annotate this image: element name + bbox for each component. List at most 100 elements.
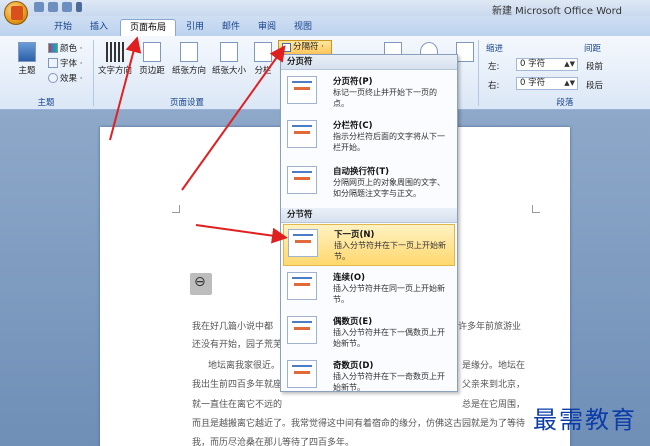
indent-right-input[interactable]: 0 字符 ▲▼	[516, 77, 578, 90]
next-page-break-icon	[288, 229, 318, 257]
colors-icon	[48, 43, 58, 53]
theme-colors-label: 颜色 ·	[60, 44, 83, 54]
column-break-icon	[287, 120, 317, 148]
tab-home[interactable]: 开始	[46, 19, 80, 36]
themes-icon	[18, 42, 36, 62]
indent-right-value: 0 字符	[520, 78, 546, 88]
tab-mailings[interactable]: 邮件	[214, 19, 248, 36]
ribbon-tabs: 开始 插入 页面布局 引用 邮件 审阅 视图	[0, 16, 650, 36]
menu-item-title: 连续(O)	[333, 273, 365, 283]
tab-view[interactable]: 视图	[286, 19, 320, 36]
orientation-label: 纸张方向	[171, 66, 206, 76]
theme-effects-label: 效果 ·	[60, 74, 83, 84]
spin-arrows-icon[interactable]: ▲▼	[564, 59, 575, 70]
columns-icon	[254, 42, 272, 62]
document-line: 我，而历尽沧桑在那儿等待了四百多年。	[192, 438, 355, 446]
document-line: 父亲来到北京，	[462, 380, 526, 390]
theme-fonts-button[interactable]: 字体 ·	[48, 57, 82, 69]
group-label-paragraph: 段落	[556, 98, 574, 108]
menu-item-odd-page[interactable]: 奇数页(D) 插入分节符并在下一奇数页上开始新节。	[283, 356, 455, 392]
menu-item-desc: 插入分节符并在下一偶数页上开始新节。	[333, 328, 445, 348]
tab-insert[interactable]: 插入	[82, 19, 116, 36]
menu-item-column-break[interactable]: 分栏符(C) 指示分栏符后面的文字将从下一栏开始。	[283, 116, 455, 160]
document-line: 我出生前四百多年就座	[192, 380, 283, 390]
text-direction-button[interactable]: 文字方向	[96, 42, 134, 76]
paragraph-mark-icon: ⊖	[190, 273, 212, 295]
customize-qat-icon[interactable]	[76, 2, 82, 12]
tab-references[interactable]: 引用	[178, 19, 212, 36]
size-label: 纸张大小	[211, 66, 246, 76]
page-breaks-header: 分页符	[281, 55, 457, 70]
group-label-page-setup: 页面设置	[169, 98, 204, 108]
menu-item-title: 自动换行符(T)	[333, 167, 390, 177]
redo-icon[interactable]	[62, 2, 72, 12]
menu-item-title: 分栏符(C)	[333, 121, 373, 131]
menu-item-desc: 插入分节符并在下一奇数页上开始新节。	[333, 372, 445, 392]
continuous-break-icon	[287, 272, 317, 300]
group-label-theme: 主题	[37, 98, 55, 108]
themes-label: 主题	[18, 66, 36, 76]
undo-icon[interactable]	[48, 2, 58, 12]
menu-item-desc: 指示分栏符后面的文字将从下一栏开始。	[333, 132, 445, 152]
margins-label: 页边距	[139, 66, 165, 76]
margins-button[interactable]: 页边距	[136, 42, 168, 76]
menu-item-desc: 分隔网页上的对象周围的文字、如分隔题注文字与正文。	[333, 178, 445, 198]
indent-label: 缩进	[486, 44, 504, 54]
fonts-icon	[48, 58, 58, 68]
quick-access-toolbar	[34, 2, 104, 13]
tab-review[interactable]: 审阅	[250, 19, 284, 36]
text-direction-label: 文字方向	[97, 66, 132, 76]
title-bar: 新建 Microsoft Office Word	[0, 0, 650, 17]
columns-button[interactable]: 分栏	[252, 42, 274, 76]
indent-left-label: 左:	[488, 62, 500, 72]
document-line: 而且是越搬离它越近了。我常觉得这中间有着宿命的缘分，仿佛这古园就是为了等待	[192, 419, 526, 429]
size-button[interactable]: 纸张大小	[210, 42, 248, 76]
theme-colors-button[interactable]: 颜色 ·	[48, 42, 82, 54]
spin-arrows-icon[interactable]: ▲▼	[564, 78, 575, 89]
text-wrapping-break-icon	[287, 166, 317, 194]
paper-size-icon	[220, 42, 238, 62]
spacing-before-label: 段前	[586, 62, 604, 72]
document-line: 地坛离我家很近。或	[208, 361, 290, 371]
document-line: 总是在它周围，	[462, 400, 526, 410]
menu-item-next-page[interactable]: 下一页(N) 插入分节符并在下一页上开始新节。	[283, 224, 455, 266]
document-line: 我在好几篇小说中都	[192, 322, 274, 332]
breaks-button[interactable]: 分隔符 ·	[278, 40, 332, 55]
window-title: 新建 Microsoft Office Word	[492, 6, 622, 17]
breaks-label: 分隔符 ·	[293, 42, 324, 52]
indent-right-label: 右:	[488, 81, 500, 91]
spacing-after-label: 段后	[586, 81, 604, 91]
menu-item-continuous[interactable]: 连续(O) 插入分节符并在同一页上开始新节。	[283, 268, 455, 310]
menu-item-desc: 标记一页终止并开始下一页的点。	[333, 88, 437, 108]
document-line: 是缘分。地坛在	[462, 361, 526, 371]
breaks-dropdown-menu: 分页符 分页符(P) 标记一页终止并开始下一页的点。 分栏符(C) 指示分栏符后…	[280, 54, 458, 392]
section-breaks-header: 分节符	[281, 208, 457, 223]
page-borders-button[interactable]	[456, 42, 474, 64]
themes-button[interactable]: 主题	[14, 42, 40, 76]
document-line: 还没有开始，园子荒芜	[192, 340, 283, 350]
theme-fonts-label: 字体 ·	[60, 59, 83, 69]
document-line: 就一直住在离它不远的	[192, 400, 283, 410]
menu-item-desc: 插入分节符并在同一页上开始新节。	[333, 284, 445, 304]
menu-item-desc: 插入分节符并在下一页上开始新节。	[334, 241, 446, 261]
odd-page-break-icon	[287, 360, 317, 388]
menu-item-title: 偶数页(E)	[333, 317, 373, 327]
page-borders-icon	[456, 42, 474, 62]
menu-item-page-break[interactable]: 分页符(P) 标记一页终止并开始下一页的点。	[283, 72, 455, 114]
save-icon[interactable]	[34, 2, 44, 12]
margin-corner-mark	[532, 205, 540, 213]
orientation-button[interactable]: 纸张方向	[170, 42, 208, 76]
tab-page-layout[interactable]: 页面布局	[120, 19, 176, 36]
page-break-icon	[287, 76, 317, 104]
menu-item-even-page[interactable]: 偶数页(E) 插入分节符并在下一偶数页上开始新节。	[283, 312, 455, 354]
menu-item-title: 下一页(N)	[334, 230, 375, 240]
group-separator	[478, 40, 479, 106]
breaks-icon	[282, 43, 291, 52]
office-button[interactable]	[4, 1, 28, 25]
indent-left-value: 0 字符	[520, 59, 546, 69]
columns-label: 分栏	[254, 66, 272, 76]
theme-effects-button[interactable]: 效果 ·	[48, 72, 82, 84]
margins-icon	[143, 42, 161, 62]
indent-left-input[interactable]: 0 字符 ▲▼	[516, 58, 578, 71]
menu-item-text-wrapping-break[interactable]: 自动换行符(T) 分隔网页上的对象周围的文字、如分隔题注文字与正文。	[283, 162, 455, 206]
